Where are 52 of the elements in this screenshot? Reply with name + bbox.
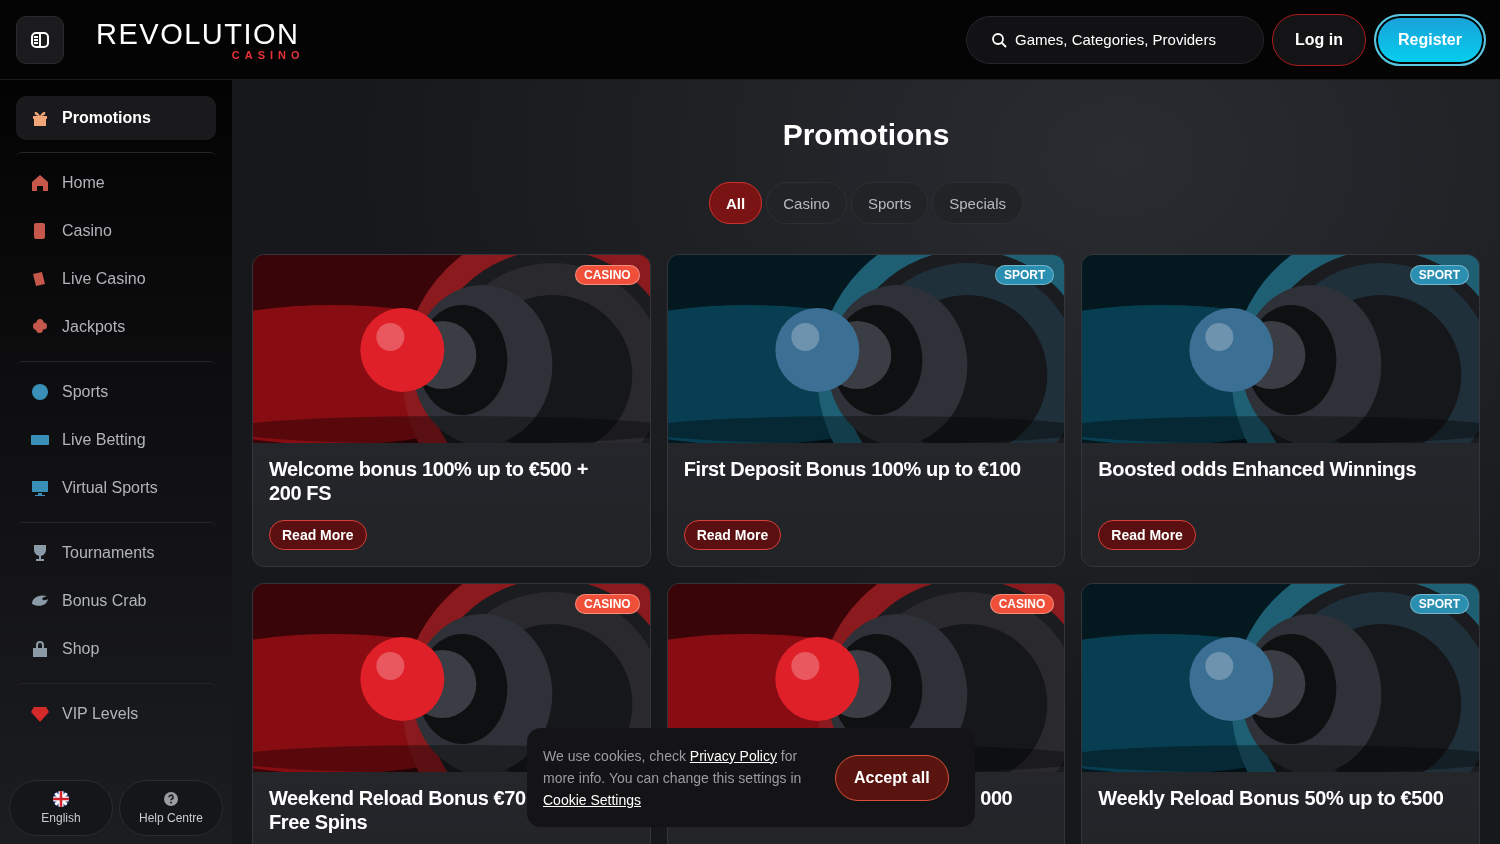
- flag-icon: [53, 791, 69, 807]
- cookie-notice-text: We use cookies, check Privacy Policy for more info. You can change this settings in Cookie Settings: [543, 746, 803, 810]
- category-badge: SPORT: [1409, 265, 1469, 285]
- search-icon: [991, 31, 1007, 48]
- accept-all-button[interactable]: Accept all: [835, 754, 949, 801]
- sidebar-item[interactable]: Shop: [16, 627, 216, 671]
- help-button[interactable]: Help Centre: [119, 780, 223, 836]
- category-badge: SPORT: [1409, 594, 1469, 614]
- sidebar-item[interactable]: Sports: [16, 370, 216, 414]
- promotion-title: Weekly Reload Bonus 50% up to €500: [1098, 786, 1444, 810]
- sidebar-item[interactable]: Live Betting: [16, 418, 216, 462]
- login-button[interactable]: Log in: [1272, 13, 1366, 66]
- menu-item-icon: [30, 173, 50, 193]
- category-badge: SPORT: [995, 265, 1055, 285]
- promotion-title: Welcome bonus 100% up to €500 + 200 FS: [269, 457, 588, 505]
- promotion-title: Boosted odds Enhanced Winnings: [1098, 457, 1417, 481]
- search-field[interactable]: Games, Categories, Providers: [966, 15, 1264, 64]
- privacy-policy-link[interactable]: Privacy Policy: [689, 747, 777, 764]
- sidebar-item[interactable]: Bonus Crab: [16, 579, 216, 623]
- sidebar-toggle-button[interactable]: [16, 15, 64, 64]
- language-button[interactable]: English: [9, 780, 113, 836]
- panel-icon: [30, 29, 50, 50]
- filter-tab[interactable]: Sports: [850, 182, 929, 224]
- promotion-title: Weekend Reload Bonus €70 Free Spins: [269, 786, 526, 834]
- read-more-button[interactable]: Read More: [683, 520, 782, 550]
- filter-tab[interactable]: Specials: [932, 182, 1023, 224]
- cookie-settings-link[interactable]: Cookie Settings: [543, 791, 642, 808]
- promotion-title: 000: [980, 786, 1013, 810]
- read-more-button[interactable]: Read More: [1098, 520, 1196, 550]
- filter-tab[interactable]: Casino: [766, 182, 847, 224]
- sidebar-item[interactable]: Jackpots: [16, 305, 216, 349]
- filter-tab[interactable]: All: [709, 182, 763, 224]
- promotion-title: First Deposit Bonus 100% up to €100: [683, 457, 1021, 481]
- menu-item-icon: [30, 382, 50, 402]
- menu-item-icon: [30, 478, 50, 498]
- category-badge: CASINO: [575, 594, 640, 614]
- menu-item-icon: [30, 704, 50, 724]
- sidebar-item[interactable]: Casino: [16, 209, 216, 253]
- sidebar-item[interactable]: Virtual Sports: [16, 466, 216, 510]
- sidebar-item[interactable]: VIP Levels: [16, 692, 216, 736]
- logo-wordmark[interactable]: REVOLUTION: [96, 18, 300, 49]
- logo-subtitle: CASINO: [231, 48, 305, 61]
- category-badge: CASINO: [989, 594, 1055, 614]
- sidebar-item[interactable]: Tournaments: [16, 531, 216, 575]
- page-title: Promotions: [781, 118, 951, 152]
- sidebar-item[interactable]: Home: [16, 161, 216, 205]
- help-icon: [163, 791, 179, 807]
- sidebar-item[interactable]: Promotions: [16, 96, 216, 140]
- read-more-button[interactable]: Read More: [269, 520, 367, 550]
- sidebar-item[interactable]: Live Casino: [16, 257, 216, 301]
- menu-item-icon: [30, 639, 50, 659]
- category-badge: CASINO: [575, 265, 640, 285]
